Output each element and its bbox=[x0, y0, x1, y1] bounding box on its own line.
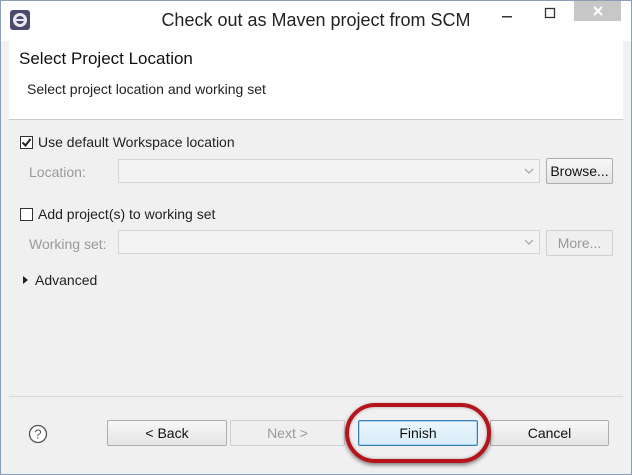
use-default-location-row[interactable]: Use default Workspace location bbox=[20, 134, 235, 150]
question-icon[interactable]: ? bbox=[28, 424, 48, 444]
svg-text:?: ? bbox=[34, 427, 41, 442]
footer-divider bbox=[9, 396, 623, 397]
add-to-working-set-checkbox[interactable] bbox=[20, 207, 33, 221]
location-combo[interactable] bbox=[118, 159, 540, 183]
dialog-window: Check out as Maven project from SCM Sele… bbox=[0, 0, 632, 475]
cancel-button[interactable]: Cancel bbox=[490, 420, 609, 446]
add-to-working-set-label: Add project(s) to working set bbox=[38, 206, 216, 222]
more-button[interactable]: More... bbox=[546, 230, 613, 256]
chevron-down-icon bbox=[524, 239, 534, 246]
advanced-label: Advanced bbox=[35, 272, 98, 288]
back-button[interactable]: < Back bbox=[107, 420, 227, 446]
maximize-button[interactable] bbox=[536, 1, 564, 25]
working-set-label: Working set: bbox=[29, 236, 107, 252]
minimize-icon bbox=[502, 16, 512, 18]
next-button[interactable]: Next > bbox=[230, 420, 345, 446]
checkmark-icon bbox=[21, 137, 32, 147]
finish-button[interactable]: Finish bbox=[358, 420, 478, 446]
minimize-button[interactable] bbox=[493, 1, 521, 25]
wizard-body: Use default Workspace location Location:… bbox=[9, 120, 623, 395]
use-default-location-label: Use default Workspace location bbox=[38, 134, 235, 150]
title-bar: Check out as Maven project from SCM bbox=[1, 1, 631, 41]
page-description: Select project location and working set bbox=[27, 81, 266, 97]
close-icon bbox=[592, 6, 603, 16]
use-default-location-checkbox[interactable] bbox=[20, 135, 33, 149]
location-label: Location: bbox=[29, 164, 86, 180]
advanced-section-toggle[interactable]: Advanced bbox=[20, 272, 97, 288]
browse-button[interactable]: Browse... bbox=[546, 158, 613, 184]
page-title: Select Project Location bbox=[19, 49, 193, 68]
close-button[interactable] bbox=[574, 1, 621, 21]
add-to-working-set-row[interactable]: Add project(s) to working set bbox=[20, 206, 215, 222]
working-set-combo[interactable] bbox=[118, 230, 540, 254]
expand-arrow-icon bbox=[23, 276, 28, 284]
maximize-icon bbox=[544, 7, 556, 19]
wizard-header: Select Project Location Select project l… bbox=[9, 41, 623, 120]
chevron-down-icon bbox=[524, 168, 534, 175]
